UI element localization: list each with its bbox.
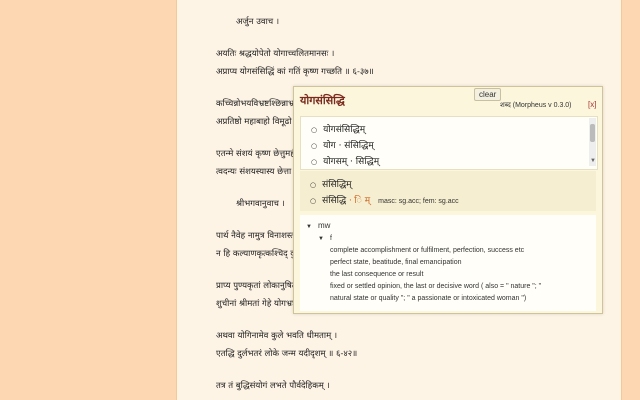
page: अर्जुन उवाच । अयतिः श्रद्धयोपेतो योगाच्च… — [0, 0, 640, 400]
dictionary-section: ▼ mw ▼ f complete accomplishment or fulfil… — [300, 215, 596, 311]
dict-sense: the last consequence or result — [330, 271, 424, 278]
analysis-separator: · — [346, 196, 362, 206]
suggestion-item[interactable]: ○ योगसम् · सिद्धिम् — [311, 154, 379, 167]
analysis-suffix: ि म् — [361, 196, 371, 206]
right-margin — [620, 0, 640, 400]
suggestion-item[interactable]: ○ योग · संसिद्धिम् — [311, 138, 374, 151]
verse-line: अर्जुन उवाच । — [236, 17, 280, 27]
scroll-thumb[interactable] — [590, 124, 595, 142]
bullet-icon: ○ — [310, 197, 317, 205]
engine-label: शब्द (Morpheus v 0.3.0) — [500, 102, 572, 109]
expand-triangle-icon: ▼ — [318, 236, 324, 242]
popup-title: योगसंसिद्धि — [300, 94, 345, 107]
analysis-label: संसिद्धिम् — [322, 180, 352, 190]
analysis-item[interactable]: ○ संसिद्धिम् — [310, 177, 352, 190]
verse-line: अथवा योगिनामेव कुले भवति धीमताम् । — [216, 331, 338, 341]
verse-line: एतद्धि दुर्लभतरं लोके जन्म यदीदृशम् ॥ ६-… — [216, 349, 358, 359]
clear-button[interactable]: clear — [474, 88, 502, 101]
suggestion-item[interactable]: ○ योगसंसिद्धिम् — [311, 122, 365, 135]
dict-source-label: mw — [317, 221, 331, 230]
popup-header: योगसंसिद्धि clear शब्द (Morpheus v 0.3.0… — [294, 87, 602, 113]
verse-line: श्रीभगवानुवाच । — [236, 199, 285, 209]
expand-triangle-icon: ▼ — [306, 224, 312, 230]
close-button[interactable]: [x] — [588, 100, 596, 109]
dict-gender-label: f — [329, 235, 332, 242]
dict-sense: fixed or settled opinion, the last or de… — [330, 283, 542, 290]
scroll-down-icon[interactable]: ▼ — [590, 158, 596, 164]
dict-gender-row[interactable]: ▼ f — [318, 235, 332, 242]
analysis-stem: संसिद्धि — [322, 196, 347, 206]
verse-line: अप्राप्य योगसंसिद्धिं कां गतिं कृष्ण गच्… — [216, 67, 374, 77]
analysis-section: ○ संसिद्धिम् ○ संसिद्धि · ि म् masc: sg.acc… — [300, 171, 596, 211]
suggestion-label: योग · संसिद्धिम् — [323, 141, 374, 151]
suggestion-label: योगसम् · सिद्धिम् — [323, 157, 380, 167]
suggestion-scrollbar[interactable]: ▼ — [589, 118, 596, 166]
left-margin — [0, 0, 176, 400]
analysis-item[interactable]: ○ संसिद्धि · ि म् masc: sg.acc; fem: sg.ac… — [310, 193, 459, 206]
bullet-icon: ○ — [311, 158, 318, 166]
suggestion-list: ○ योगसंसिद्धिम् ○ योग · संसिद्धिम् ○ योगसम्… — [300, 116, 598, 170]
verse-line: तत्र तं बुद्धिसंयोगं लभते पौर्वदेहिकम् । — [216, 381, 330, 391]
bullet-icon: ○ — [311, 126, 318, 134]
verse-line: अयतिः श्रद्धयोपेतो योगाच्चलितमानसः । — [216, 49, 335, 59]
dict-sense: perfect state, beatitude, final emancipa… — [330, 259, 462, 266]
dict-sense: complete accomplishment or fulfilment, p… — [330, 247, 525, 254]
dict-source-row[interactable]: ▼ mw — [306, 221, 330, 230]
bullet-icon: ○ — [311, 142, 318, 150]
bullet-icon: ○ — [310, 181, 317, 189]
grammar-note: masc: sg.acc; fem: sg.acc — [378, 198, 459, 205]
word-lookup-popup: योगसंसिद्धि clear शब्द (Morpheus v 0.3.0… — [293, 86, 603, 314]
dict-sense: natural state or quality "; " a passiona… — [330, 295, 527, 302]
suggestion-label: योगसंसिद्धिम् — [323, 125, 366, 135]
